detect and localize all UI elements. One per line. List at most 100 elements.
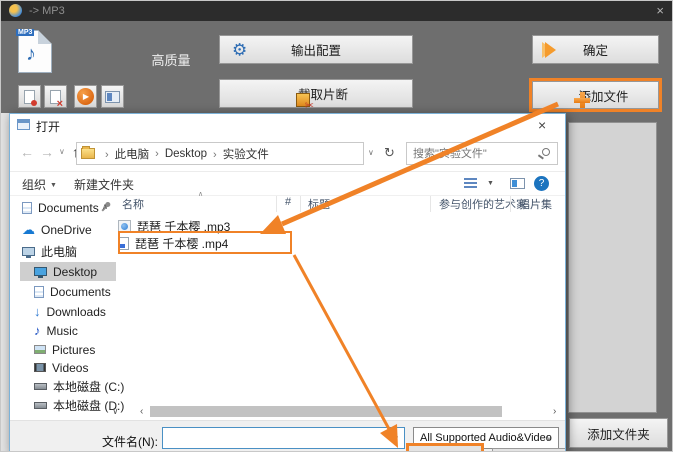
sidebar-item-onedrive[interactable]: ☁ OneDrive [10, 220, 114, 239]
horizontal-scrollbar[interactable] [150, 406, 502, 417]
collapse-chevron-icon[interactable]: ∧ [102, 202, 108, 211]
cut-segment-button[interactable]: 截取片断 [219, 79, 413, 112]
dialog-close-icon[interactable]: × [538, 117, 546, 133]
sidebar-item-videos[interactable]: Videos [10, 358, 114, 377]
sidebar-item-documents-pinned[interactable]: Documents [10, 198, 114, 217]
properties-button[interactable] [101, 85, 124, 108]
column-divider [510, 196, 511, 212]
search-icon [542, 148, 550, 156]
output-config-button[interactable]: ⚙ 输出配置 [219, 35, 413, 64]
gear-icon: ⚙ [232, 40, 248, 59]
sidebar-item-label: Pictures [52, 342, 96, 357]
disk-icon [34, 402, 47, 409]
column-divider [276, 196, 277, 212]
back-icon[interactable]: ← [20, 145, 34, 159]
refresh-icon[interactable]: ↻ [384, 146, 395, 159]
dialog-navbar: ← → ∨ ↑ 此电脑 Desktop 实验文件 ∨ ↻ [10, 136, 565, 172]
sidebar-item-label: Documents [50, 284, 111, 299]
app-titlebar: -> MP3 × [1, 1, 672, 21]
add-file-button[interactable]: 添加文件 [532, 81, 659, 109]
breadcrumb-desktop[interactable]: Desktop [149, 148, 207, 160]
sidebar-item-disk-c[interactable]: 本地磁盘 (C:) [10, 377, 124, 396]
column-header-title[interactable]: 标题 [308, 196, 330, 212]
filename-label: 文件名(N): [102, 435, 158, 449]
dialog-window-icon [17, 119, 30, 130]
column-divider [300, 196, 301, 212]
forward-icon[interactable]: → [40, 145, 54, 159]
scroll-right-icon[interactable]: › [553, 406, 556, 417]
play-button[interactable]: ▶ [74, 85, 97, 108]
confirm-button[interactable]: 确定 [532, 35, 659, 64]
sidebar-item-label: Music [46, 323, 78, 338]
sidebar-scroll-chevron-icon[interactable]: ∨ [112, 406, 119, 417]
desktop-icon [34, 267, 47, 278]
column-header-album[interactable]: 唱片集 [519, 196, 552, 212]
folder-icon [81, 146, 95, 159]
open-file-dialog: 打开 × ← → ∨ ↑ 此电脑 Desktop 实验文件 ∨ ↻ 组织▼ 新建… [9, 113, 566, 451]
add-folder-button[interactable]: 添加文件夹 [569, 418, 668, 448]
sidebar-item-label: Documents [38, 200, 99, 215]
organize-menu[interactable]: 组织 ▼ [22, 176, 57, 193]
scroll-left-icon[interactable]: ‹ [140, 406, 143, 417]
sidebar-item-disk-d[interactable]: 本地磁盘 (D:) [10, 396, 124, 415]
sidebar-item-desktop[interactable]: Desktop [20, 262, 116, 281]
cancel-button-partial[interactable] [492, 448, 565, 451]
sidebar-item-label: Desktop [53, 264, 98, 279]
quality-label: 高质量 [151, 53, 191, 68]
breadcrumb-folder[interactable]: 实验文件 [207, 146, 269, 162]
document-icon [34, 285, 44, 298]
sidebar-item-this-pc[interactable]: 此电脑 [10, 242, 114, 261]
organize-label: 组织 [22, 178, 47, 192]
new-folder-button[interactable]: 新建文件夹 [74, 176, 134, 193]
search-input[interactable] [411, 144, 533, 163]
column-divider [430, 196, 431, 212]
clear-list-button[interactable] [44, 85, 67, 110]
help-icon[interactable]: ? [534, 176, 549, 191]
chevron-down-icon: ∨ [546, 433, 552, 443]
address-bar[interactable]: 此电脑 Desktop 实验文件 [76, 142, 364, 165]
app-icon [9, 4, 22, 17]
sort-ascending-icon: ∧ [198, 191, 204, 198]
app-close-icon[interactable]: × [656, 3, 664, 18]
column-header-name[interactable]: 名称 [122, 196, 144, 212]
music-note-icon: ♪ [26, 43, 36, 65]
arrow-right-icon [545, 41, 556, 58]
add-folder-label: 添加文件夹 [587, 427, 650, 442]
column-header-artists[interactable]: 参与创作的艺术家 [439, 196, 527, 212]
cloud-icon: ☁ [22, 221, 35, 237]
sidebar-item-label: Downloads [46, 304, 106, 319]
music-note-icon: ♪ [34, 323, 41, 338]
picture-icon [34, 345, 46, 354]
list-view-icon[interactable] [464, 178, 477, 189]
sidebar-item-label: 此电脑 [41, 245, 78, 259]
history-chevron-icon[interactable]: ∨ [59, 148, 65, 156]
mp3-badge: MP3 [16, 29, 35, 36]
app-title: -> MP3 [29, 5, 65, 17]
remove-file-button[interactable] [18, 85, 41, 108]
file-delete-icon [50, 89, 63, 110]
filename-dropdown-icon[interactable]: ∨ [393, 434, 399, 443]
info-panel-icon [105, 90, 120, 103]
breadcrumb-this-pc[interactable]: 此电脑 [99, 146, 150, 162]
preview-pane-icon[interactable] [510, 178, 525, 189]
confirm-label: 确定 [582, 44, 608, 58]
column-header-number[interactable]: # [285, 196, 291, 208]
document-icon [22, 201, 32, 214]
sidebar-item-music[interactable]: ♪ Music [10, 321, 114, 340]
output-config-label: 输出配置 [290, 44, 341, 58]
computer-icon [22, 247, 35, 258]
chevron-down-icon: ▼ [50, 182, 57, 189]
search-box[interactable] [406, 142, 558, 165]
download-icon: ↓ [34, 304, 41, 319]
sidebar-item-pictures[interactable]: Pictures [10, 340, 114, 359]
sidebar-item-documents[interactable]: Documents [10, 282, 114, 301]
open-button-annotated[interactable] [406, 443, 484, 451]
sidebar-item-downloads[interactable]: ↓ Downloads [10, 302, 114, 321]
view-dropdown-icon[interactable]: ▼ [487, 180, 494, 187]
play-circle-icon: ▶ [77, 88, 94, 105]
filename-input[interactable] [166, 429, 386, 447]
address-dropdown-icon[interactable]: ∨ [368, 149, 374, 157]
scrollbar-thumb[interactable] [150, 406, 502, 417]
dialog-command-bar: 组织 ▼ 新建文件夹 ▼ ? [10, 172, 565, 196]
annotation-highlight-box [118, 231, 292, 254]
